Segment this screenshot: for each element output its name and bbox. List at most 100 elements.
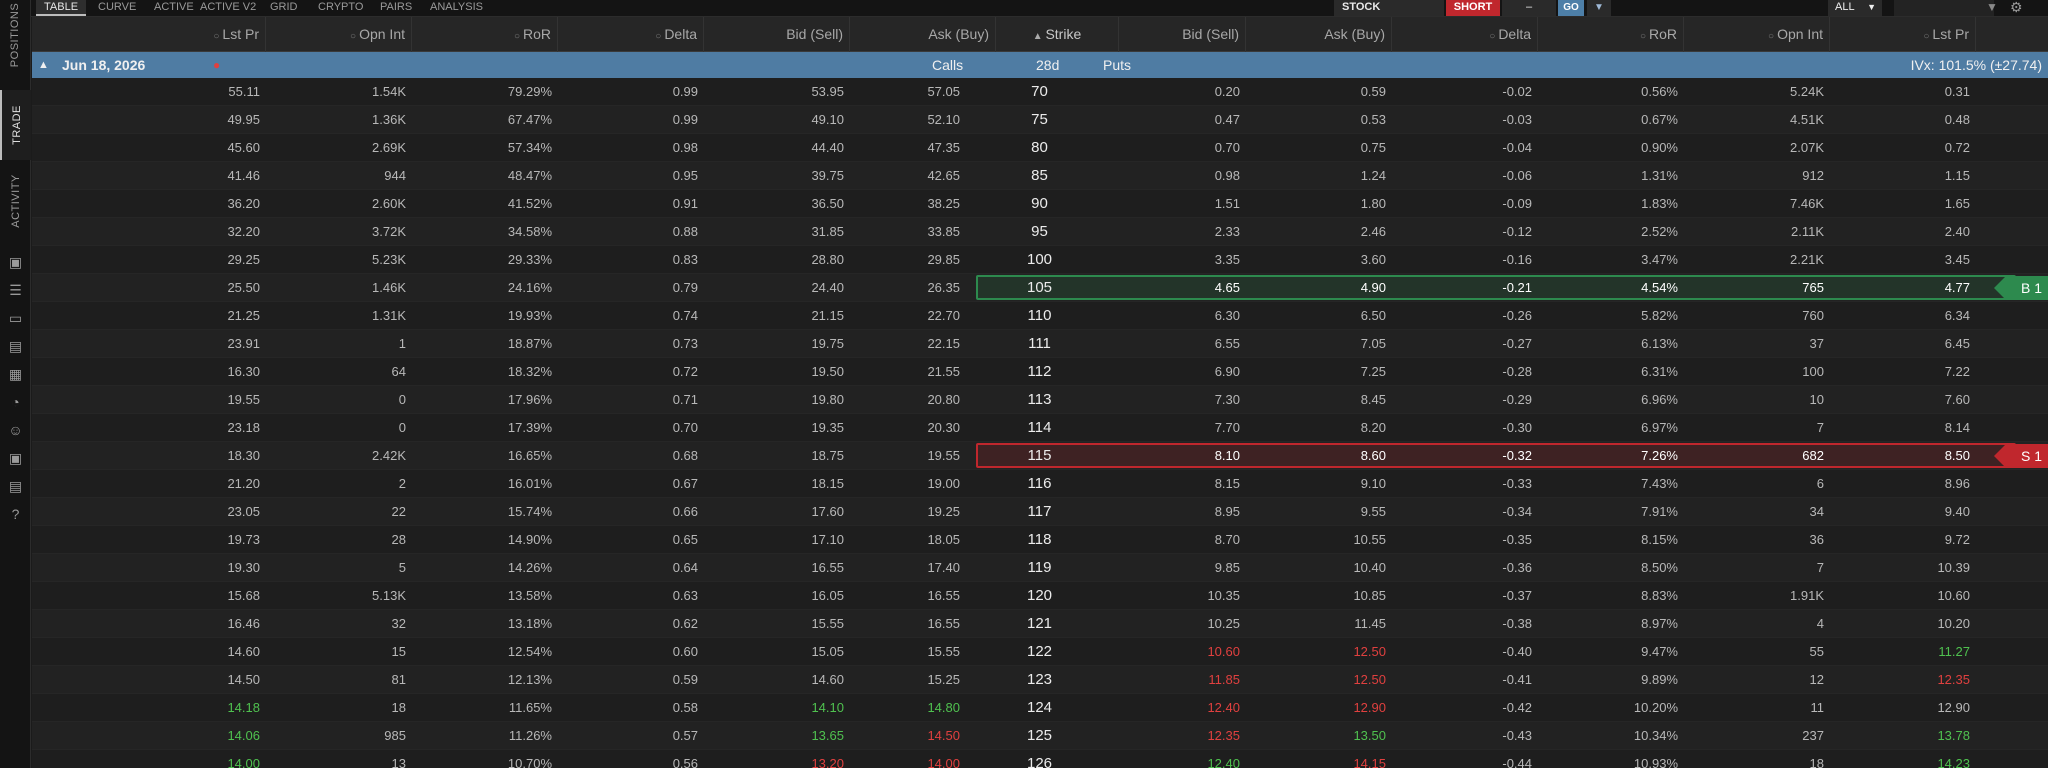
calls-ror[interactable]: 19.93%	[432, 302, 552, 330]
filter-icon[interactable]: ▼	[1986, 0, 1998, 14]
strike-price[interactable]: 115	[979, 442, 1100, 470]
calls-ror[interactable]: 15.74%	[432, 498, 552, 526]
calls-last-price[interactable]: 14.06	[140, 722, 260, 750]
puts-open-interest[interactable]: 237	[1704, 722, 1824, 750]
puts-last-price[interactable]: 9.72	[1850, 526, 1970, 554]
calls-delta[interactable]: 0.73	[578, 330, 698, 358]
calls-bid[interactable]: 21.15	[724, 302, 844, 330]
puts-ask[interactable]: 0.59	[1266, 78, 1386, 106]
calls-open-interest[interactable]: 1.54K	[286, 78, 406, 106]
strike-price[interactable]: 123	[979, 666, 1100, 694]
table-row[interactable]: 16.30 64 18.32% 0.72 19.50 21.55 112 6.90 7.25 -0…	[32, 358, 2048, 386]
header-puts-ror[interactable]: ○ RoR	[1538, 17, 1684, 52]
puts-delta[interactable]: -0.28	[1412, 358, 1532, 386]
calls-ask[interactable]: 15.55	[840, 638, 960, 666]
puts-ask[interactable]: 3.60	[1266, 246, 1386, 274]
puts-open-interest[interactable]: 100	[1704, 358, 1824, 386]
header-strike[interactable]: ▲ Strike	[996, 17, 1119, 52]
calls-bid[interactable]: 14.60	[724, 666, 844, 694]
calls-ask[interactable]: 22.15	[840, 330, 960, 358]
puts-ask[interactable]: 0.75	[1266, 134, 1386, 162]
table-row[interactable]: 14.50 81 12.13% 0.59 14.60 15.25 123 11.85 12.50…	[32, 666, 2048, 694]
calls-ror[interactable]: 24.16%	[432, 274, 552, 302]
puts-ask[interactable]: 8.20	[1266, 414, 1386, 442]
calls-ask[interactable]: 47.35	[840, 134, 960, 162]
puts-bid[interactable]: 0.70	[1120, 134, 1240, 162]
table-row[interactable]: 45.60 2.69K 57.34% 0.98 44.40 47.35 80 0.70 0.75…	[32, 134, 2048, 162]
chart-icon[interactable]: ▤	[7, 338, 24, 355]
calls-open-interest[interactable]: 944	[286, 162, 406, 190]
header-calls-bid[interactable]: Bid (Sell)	[704, 17, 850, 52]
calls-ask[interactable]: 19.25	[840, 498, 960, 526]
puts-ror[interactable]: 7.91%	[1558, 498, 1678, 526]
puts-open-interest[interactable]: 765	[1704, 274, 1824, 302]
puts-ror[interactable]: 0.90%	[1558, 134, 1678, 162]
calls-bid[interactable]: 17.10	[724, 526, 844, 554]
puts-delta[interactable]: -0.26	[1412, 302, 1532, 330]
puts-ask[interactable]: 14.15	[1266, 750, 1386, 768]
puts-delta[interactable]: -0.33	[1412, 470, 1532, 498]
puts-last-price[interactable]: 12.90	[1850, 694, 1970, 722]
filter-select[interactable]: ALL ▼	[1828, 0, 1882, 16]
calls-bid[interactable]: 39.75	[724, 162, 844, 190]
calls-delta[interactable]: 0.62	[578, 610, 698, 638]
puts-delta[interactable]: -0.30	[1412, 414, 1532, 442]
strike-price[interactable]: 111	[979, 330, 1100, 358]
side-tab-trade[interactable]: TRADE	[0, 90, 31, 160]
calls-ror[interactable]: 12.13%	[432, 666, 552, 694]
strike-price[interactable]: 114	[979, 414, 1100, 442]
header-calls-open-interest[interactable]: ○ Opn Int	[266, 17, 412, 52]
puts-open-interest[interactable]: 37	[1704, 330, 1824, 358]
calls-last-price[interactable]: 19.30	[140, 554, 260, 582]
strike-price[interactable]: 124	[979, 694, 1100, 722]
calls-delta[interactable]: 0.88	[578, 218, 698, 246]
calls-ask[interactable]: 29.85	[840, 246, 960, 274]
puts-ask[interactable]: 12.90	[1266, 694, 1386, 722]
puts-bid[interactable]: 12.35	[1120, 722, 1240, 750]
quantity-field[interactable]: –	[1502, 0, 1556, 16]
puts-ask[interactable]: 10.55	[1266, 526, 1386, 554]
puts-ask[interactable]: 4.90	[1266, 274, 1386, 302]
calls-open-interest[interactable]: 18	[286, 694, 406, 722]
calendar-icon[interactable]: ▣	[7, 450, 24, 467]
puts-open-interest[interactable]: 6	[1704, 470, 1824, 498]
puts-ror[interactable]: 5.82%	[1558, 302, 1678, 330]
puts-bid[interactable]: 0.98	[1120, 162, 1240, 190]
strike-price[interactable]: 75	[979, 106, 1100, 134]
calls-ask[interactable]: 16.55	[840, 582, 960, 610]
puts-last-price[interactable]: 10.39	[1850, 554, 1970, 582]
calls-bid[interactable]: 16.05	[724, 582, 844, 610]
side-tab-positions[interactable]: POSITIONS	[0, 0, 31, 70]
strike-price[interactable]: 113	[979, 386, 1100, 414]
calls-delta[interactable]: 0.98	[578, 134, 698, 162]
tab-pairs[interactable]: PAIRS	[380, 0, 412, 16]
calls-open-interest[interactable]: 2.69K	[286, 134, 406, 162]
calls-ror[interactable]: 13.18%	[432, 610, 552, 638]
puts-open-interest[interactable]: 5.24K	[1704, 78, 1824, 106]
puts-ask[interactable]: 7.05	[1266, 330, 1386, 358]
tab-crypto[interactable]: CRYPTO	[318, 0, 363, 16]
calls-open-interest[interactable]: 64	[286, 358, 406, 386]
calls-delta[interactable]: 0.66	[578, 498, 698, 526]
calls-delta[interactable]: 0.56	[578, 750, 698, 768]
puts-open-interest[interactable]: 1.91K	[1704, 582, 1824, 610]
strike-price[interactable]: 117	[979, 498, 1100, 526]
calls-ror[interactable]: 14.90%	[432, 526, 552, 554]
strike-price[interactable]: 110	[979, 302, 1100, 330]
puts-delta[interactable]: -0.03	[1412, 106, 1532, 134]
header-puts-delta[interactable]: ○ Delta	[1392, 17, 1538, 52]
table-row[interactable]: S 1 18.30 2.42K 16.65% 0.68 18.75 19.55 115 8.10…	[32, 442, 2048, 470]
table-row[interactable]: 16.46 32 13.18% 0.62 15.55 16.55 121 10.25 11.45…	[32, 610, 2048, 638]
calls-open-interest[interactable]: 81	[286, 666, 406, 694]
calls-last-price[interactable]: 14.60	[140, 638, 260, 666]
collapse-chevron-icon[interactable]: ▲	[38, 52, 49, 78]
puts-bid[interactable]: 0.47	[1120, 106, 1240, 134]
table-row[interactable]: 21.20 2 16.01% 0.67 18.15 19.00 116 8.15 9.10 -0.…	[32, 470, 2048, 498]
table-row[interactable]: 21.25 1.31K 19.93% 0.74 21.15 22.70 110 6.30 6.5…	[32, 302, 2048, 330]
calls-open-interest[interactable]: 0	[286, 386, 406, 414]
calls-open-interest[interactable]: 985	[286, 722, 406, 750]
calls-ask[interactable]: 42.65	[840, 162, 960, 190]
puts-open-interest[interactable]: 18	[1704, 750, 1824, 768]
puts-bid[interactable]: 8.10	[1120, 442, 1240, 470]
calls-open-interest[interactable]: 15	[286, 638, 406, 666]
